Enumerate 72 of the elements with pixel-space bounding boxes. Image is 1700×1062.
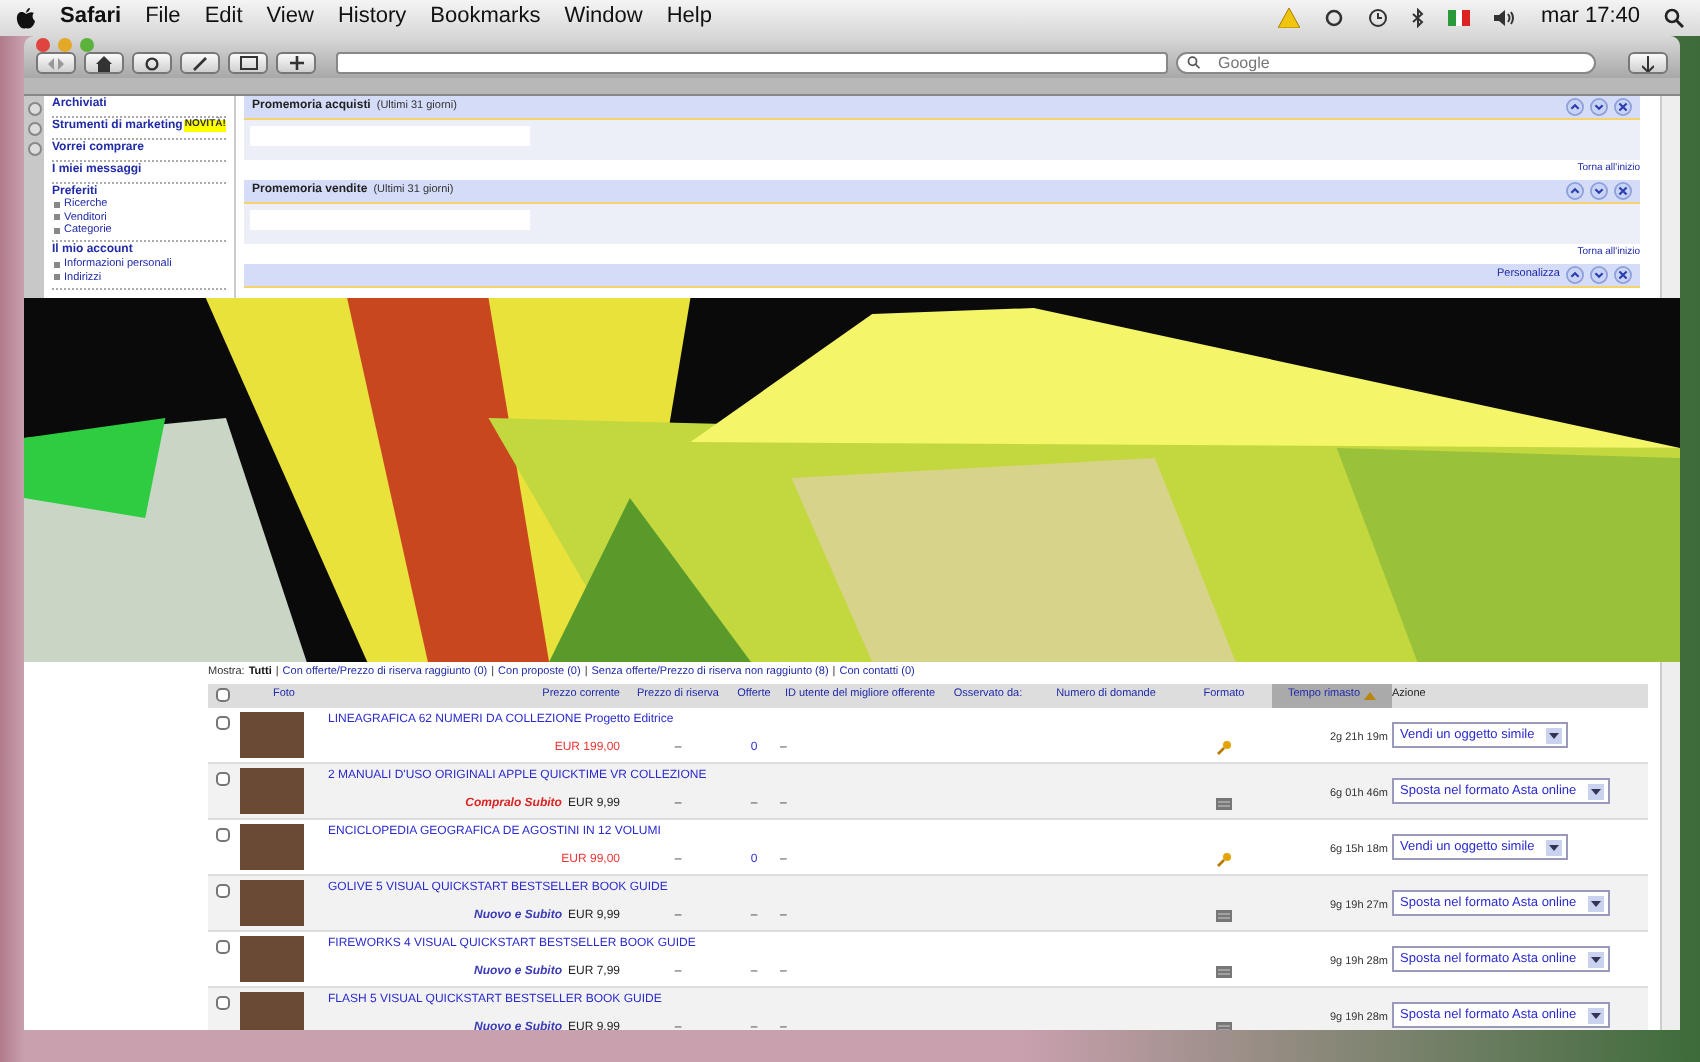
address-field[interactable]: [336, 52, 1168, 74]
reload-icon: [144, 55, 160, 71]
volume-icon[interactable]: [1494, 8, 1517, 28]
collapse-icon[interactable]: [1566, 182, 1584, 200]
expand-icon[interactable]: [1590, 98, 1608, 116]
photo-placeholder: [240, 824, 304, 871]
caret-icon: [1546, 839, 1563, 856]
caret-icon: [1588, 895, 1605, 912]
caret-icon: [1588, 1007, 1605, 1024]
bullet-icon: [54, 202, 60, 209]
house-icon: [96, 55, 112, 71]
bullet-icon: [54, 214, 60, 221]
scrollbar[interactable]: [1660, 662, 1680, 1030]
edit-button[interactable]: [180, 52, 220, 74]
photo-placeholder: [240, 992, 304, 1030]
circle-icon[interactable]: [27, 142, 41, 156]
menu-item[interactable]: History: [337, 4, 407, 32]
download-icon: [1642, 55, 1654, 71]
back-forward-button[interactable]: [36, 52, 76, 74]
close-icon[interactable]: [1614, 182, 1632, 200]
bullet-icon: [54, 261, 60, 268]
close-window-icon[interactable]: [36, 38, 50, 52]
row-checkbox[interactable]: [216, 883, 230, 898]
scrollbar[interactable]: [1660, 96, 1680, 298]
frame-icon: [239, 56, 257, 70]
menu-clock[interactable]: mar 17:40: [1540, 4, 1640, 32]
bullet-icon: [54, 274, 60, 281]
caret-icon: [1588, 783, 1605, 800]
menu-item[interactable]: View: [266, 4, 314, 32]
circle-icon[interactable]: [27, 122, 41, 136]
caret-icon: [1588, 951, 1605, 968]
sort-icon: [1364, 691, 1377, 700]
circle-icon[interactable]: [27, 102, 41, 116]
select-all-checkbox[interactable]: [216, 688, 230, 703]
search-field[interactable]: Google: [1176, 52, 1596, 74]
download-button[interactable]: [1628, 52, 1668, 74]
bluetooth-icon[interactable]: [1412, 8, 1425, 28]
row-checkbox[interactable]: [216, 771, 230, 786]
close-icon[interactable]: [1614, 266, 1632, 284]
apple-icon[interactable]: [16, 7, 36, 29]
row-checkbox[interactable]: [216, 939, 230, 954]
reload-button[interactable]: [132, 52, 172, 74]
plus-icon: [289, 56, 303, 70]
pencil-icon: [192, 55, 208, 71]
home-button[interactable]: [84, 52, 124, 74]
app-menu[interactable]: Safari: [60, 4, 122, 32]
warning-icon[interactable]: [1278, 8, 1301, 28]
photo-placeholder: [240, 712, 304, 759]
search-icon[interactable]: [1664, 8, 1684, 28]
snapback-button[interactable]: [228, 52, 268, 74]
clock-icon[interactable]: [1368, 8, 1389, 28]
add-bookmark-button[interactable]: [276, 52, 316, 74]
close-icon[interactable]: [1614, 98, 1632, 116]
bullet-icon: [54, 227, 60, 234]
row-checkbox[interactable]: [216, 715, 230, 730]
menu-item[interactable]: Edit: [204, 4, 243, 32]
photo-placeholder: [240, 768, 304, 815]
menu-item[interactable]: Bookmarks: [430, 4, 541, 32]
expand-icon[interactable]: [1590, 182, 1608, 200]
arrows-icon: [48, 57, 64, 69]
expand-icon[interactable]: [1590, 266, 1608, 284]
flag-icon[interactable]: [1448, 10, 1471, 26]
photo-placeholder: [240, 880, 304, 927]
row-checkbox[interactable]: [216, 827, 230, 842]
menu-item[interactable]: File: [145, 4, 181, 32]
row-checkbox[interactable]: [216, 995, 230, 1010]
collapse-icon[interactable]: [1566, 98, 1584, 116]
menu-item[interactable]: Help: [666, 4, 712, 32]
caret-icon: [1546, 727, 1563, 744]
menu-item[interactable]: Window: [564, 4, 643, 32]
photo-placeholder: [240, 936, 304, 983]
collapse-icon[interactable]: [1566, 266, 1584, 284]
